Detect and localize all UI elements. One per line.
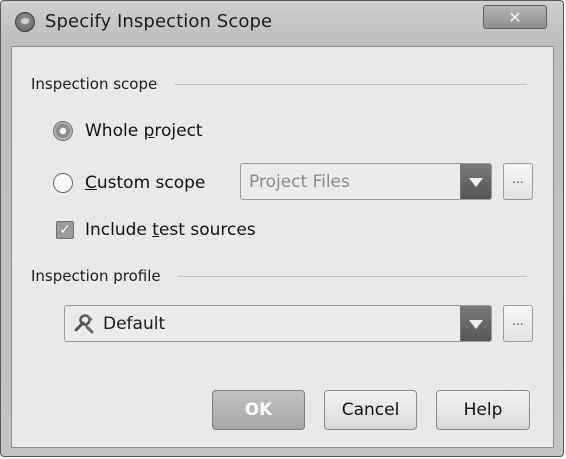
custom-scope-radio[interactable] bbox=[53, 173, 73, 193]
dialog-window: Specify Inspection Scope ✕ Inspection sc… bbox=[0, 0, 564, 457]
inspection-scope-label: Inspection scope bbox=[31, 75, 158, 93]
dialog-content: Inspection scope Whole project Custom sc… bbox=[11, 46, 554, 448]
whole-project-option[interactable]: Whole project bbox=[53, 118, 203, 144]
include-test-sources-option[interactable]: ✓ Include test sources bbox=[56, 217, 256, 243]
chevron-down-icon[interactable] bbox=[460, 306, 491, 341]
inspection-profile-divider bbox=[178, 276, 527, 277]
inspection-profile-dropdown[interactable]: Default bbox=[64, 305, 492, 342]
custom-scope-browse-button[interactable]: ... bbox=[503, 163, 533, 200]
help-button[interactable]: Help bbox=[436, 390, 530, 430]
app-logo-icon bbox=[15, 12, 35, 32]
include-test-sources-checkbox[interactable]: ✓ bbox=[56, 221, 74, 239]
include-test-sources-label: Include test sources bbox=[85, 220, 256, 240]
whole-project-label: Whole project bbox=[85, 121, 203, 141]
inspection-profile-value: Default bbox=[103, 314, 166, 334]
chevron-down-icon[interactable] bbox=[460, 164, 491, 199]
inspection-profile-label: Inspection profile bbox=[31, 267, 161, 285]
cancel-button[interactable]: Cancel bbox=[324, 390, 417, 430]
custom-scope-option[interactable]: Custom scope bbox=[53, 170, 205, 196]
dialog-title: Specify Inspection Scope bbox=[45, 11, 273, 32]
inspection-profile-browse-button[interactable]: ... bbox=[503, 305, 533, 342]
custom-scope-label: Custom scope bbox=[85, 173, 206, 193]
close-icon: ✕ bbox=[508, 7, 522, 27]
title-bar[interactable]: Specify Inspection Scope ✕ bbox=[1, 1, 563, 43]
close-button[interactable]: ✕ bbox=[483, 5, 547, 29]
inspection-scope-divider bbox=[174, 84, 527, 85]
whole-project-radio[interactable] bbox=[53, 121, 73, 141]
custom-scope-dropdown-value: Project Files bbox=[249, 172, 350, 192]
ok-button[interactable]: OK bbox=[212, 390, 305, 430]
custom-scope-dropdown[interactable]: Project Files bbox=[240, 163, 492, 200]
profile-wrench-icon bbox=[74, 314, 94, 334]
